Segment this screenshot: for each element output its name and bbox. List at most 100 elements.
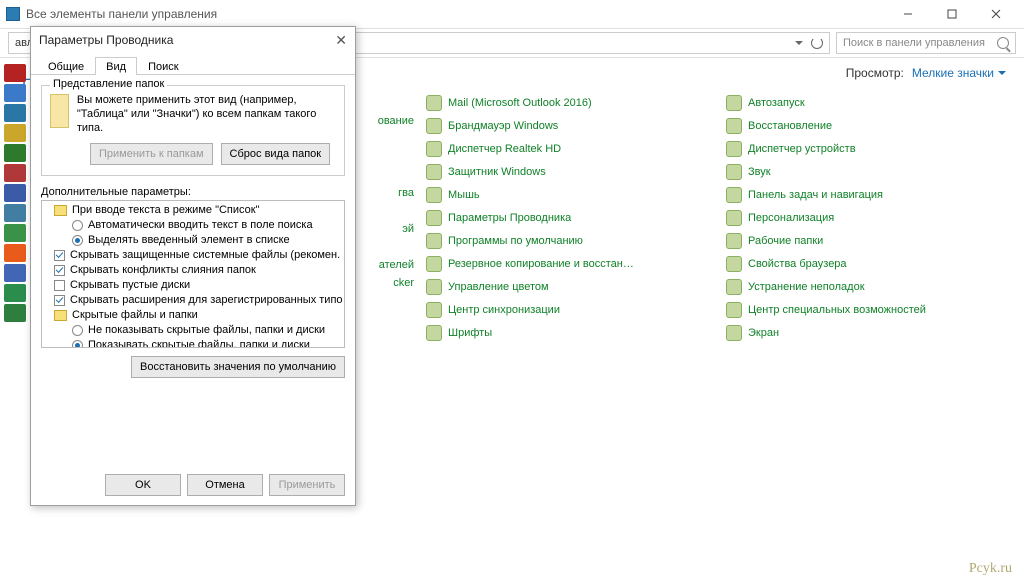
tree-node[interactable]: Скрывать защищенные системные файлы (рек… <box>42 248 344 263</box>
cp-item[interactable]: Персонализация <box>726 209 1014 227</box>
tree-label: Скрытые файлы и папки <box>72 308 198 323</box>
tree-node[interactable]: Скрывать пустые диски <box>42 278 344 293</box>
cp-item[interactable] <box>360 202 414 220</box>
restore-defaults-button[interactable]: Восстановить значения по умолчанию <box>131 356 345 378</box>
sidebar-item[interactable] <box>4 284 26 302</box>
tree-label: Автоматически вводить текст в поле поиск… <box>88 218 313 233</box>
cp-item[interactable]: ование <box>360 112 414 130</box>
cp-item[interactable]: Центр специальных возможностей <box>726 301 1014 319</box>
tree-node[interactable]: При вводе текста в режиме "Список" <box>42 203 344 218</box>
advanced-tree[interactable]: При вводе текста в режиме "Список"Автома… <box>41 200 345 348</box>
checkbox[interactable] <box>54 265 65 276</box>
cp-item[interactable]: Устранение неполадок <box>726 278 1014 296</box>
tree-node[interactable]: Не показывать скрытые файлы, папки и дис… <box>42 323 344 338</box>
watermark: Pcyk.ru <box>969 561 1012 577</box>
tree-node[interactable]: Автоматически вводить текст в поле поиск… <box>42 218 344 233</box>
cp-item[interactable]: Мышь <box>426 186 714 204</box>
sidebar-item[interactable] <box>4 184 26 202</box>
sidebar-item[interactable] <box>4 224 26 242</box>
cp-icon <box>726 141 742 157</box>
chevron-down-icon[interactable] <box>795 41 803 49</box>
cp-item[interactable]: Звук <box>726 163 1014 181</box>
chevron-down-icon <box>998 71 1006 79</box>
maximize-button[interactable] <box>930 1 974 27</box>
close-button[interactable] <box>974 1 1018 27</box>
checkbox[interactable] <box>54 250 65 261</box>
sidebar-item[interactable] <box>4 164 26 182</box>
refresh-icon[interactable] <box>811 37 823 49</box>
cp-item[interactable]: Параметры Проводника <box>426 209 714 227</box>
checkbox[interactable] <box>54 280 65 291</box>
cp-item[interactable]: Управление цветом <box>426 278 714 296</box>
sidebar-item[interactable] <box>4 104 26 122</box>
apply-button[interactable]: Применить <box>269 474 345 496</box>
cp-label: Восстановление <box>748 120 832 132</box>
sidebar-item[interactable] <box>4 144 26 162</box>
sidebar-item[interactable] <box>4 64 26 82</box>
cp-item[interactable]: Панель задач и навигация <box>726 186 1014 204</box>
cp-label: Диспетчер Realtek HD <box>448 143 561 155</box>
cp-item[interactable] <box>360 148 414 166</box>
view-label: Просмотр: <box>846 66 904 80</box>
folder-icon[interactable] <box>54 310 67 321</box>
cp-item[interactable]: Восстановление <box>726 117 1014 135</box>
cp-item[interactable]: Центр синхронизации <box>426 301 714 319</box>
ok-button[interactable]: OK <box>105 474 181 496</box>
apply-to-folders-button[interactable]: Применить к папкам <box>90 143 213 165</box>
checkbox[interactable] <box>54 295 65 306</box>
radio[interactable] <box>72 325 83 336</box>
cp-item[interactable]: Диспетчер устройств <box>726 140 1014 158</box>
search-input[interactable]: Поиск в панели управления <box>836 32 1016 54</box>
cp-item[interactable]: Шрифты <box>426 324 714 342</box>
cp-item[interactable]: Mail (Microsoft Outlook 2016) <box>426 94 714 112</box>
tree-node[interactable]: Скрывать конфликты слияния папок <box>42 263 344 278</box>
search-placeholder: Поиск в панели управления <box>843 37 985 49</box>
cp-item[interactable]: Экран <box>726 324 1014 342</box>
radio[interactable] <box>72 220 83 231</box>
cp-item[interactable]: Программы по умолчанию <box>426 232 714 250</box>
cp-item[interactable]: Защитник Windows <box>426 163 714 181</box>
cp-item[interactable]: Автозапуск <box>726 94 1014 112</box>
tree-node[interactable]: Выделять введенный элемент в списке <box>42 233 344 248</box>
cp-icon <box>726 95 742 111</box>
sidebar-item[interactable] <box>4 204 26 222</box>
sidebar-item[interactable] <box>4 124 26 142</box>
cp-label: Параметры Проводника <box>448 212 571 224</box>
sidebar <box>0 58 30 583</box>
sidebar-item[interactable] <box>4 84 26 102</box>
cp-item[interactable]: Диспетчер Realtek HD <box>426 140 714 158</box>
cp-icon <box>426 233 442 249</box>
dialog-close-button[interactable]: ✕ <box>335 32 347 49</box>
sidebar-item[interactable] <box>4 244 26 262</box>
cp-item[interactable]: гва <box>360 184 414 202</box>
cp-item[interactable] <box>360 94 414 112</box>
cp-item[interactable] <box>360 166 414 184</box>
minimize-button[interactable] <box>886 1 930 27</box>
cp-item[interactable] <box>360 238 414 256</box>
tree-node[interactable]: Скрывать расширения для зарегистрированн… <box>42 293 344 308</box>
folder-icon[interactable] <box>54 205 67 216</box>
tree-node[interactable]: Скрытые файлы и папки <box>42 308 344 323</box>
sidebar-item[interactable] <box>4 264 26 282</box>
cp-item[interactable]: ателей <box>360 256 414 274</box>
radio[interactable] <box>72 235 83 246</box>
tab-general[interactable]: Общие <box>37 57 95 75</box>
cp-item[interactable]: Рабочие папки <box>726 232 1014 250</box>
cp-item[interactable] <box>360 130 414 148</box>
tab-search[interactable]: Поиск <box>137 57 189 75</box>
view-dropdown[interactable]: Мелкие значки <box>912 66 1006 80</box>
cp-label: Защитник Windows <box>448 166 546 178</box>
tab-view[interactable]: Вид <box>95 57 137 75</box>
cp-item[interactable]: Свойства браузера <box>726 255 1014 273</box>
sidebar-item[interactable] <box>4 304 26 322</box>
tree-node[interactable]: Показывать скрытые файлы, папки и диски <box>42 338 344 347</box>
cp-label: Диспетчер устройств <box>748 143 856 155</box>
cp-item[interactable]: Резервное копирование и восстан… <box>426 255 714 273</box>
search-icon <box>997 37 1009 49</box>
cp-item[interactable]: эй <box>360 220 414 238</box>
radio[interactable] <box>72 340 83 347</box>
reset-folders-button[interactable]: Сброс вида папок <box>221 143 331 165</box>
cancel-button[interactable]: Отмена <box>187 474 263 496</box>
cp-item[interactable]: cker <box>360 274 414 292</box>
cp-item[interactable]: Брандмауэр Windows <box>426 117 714 135</box>
